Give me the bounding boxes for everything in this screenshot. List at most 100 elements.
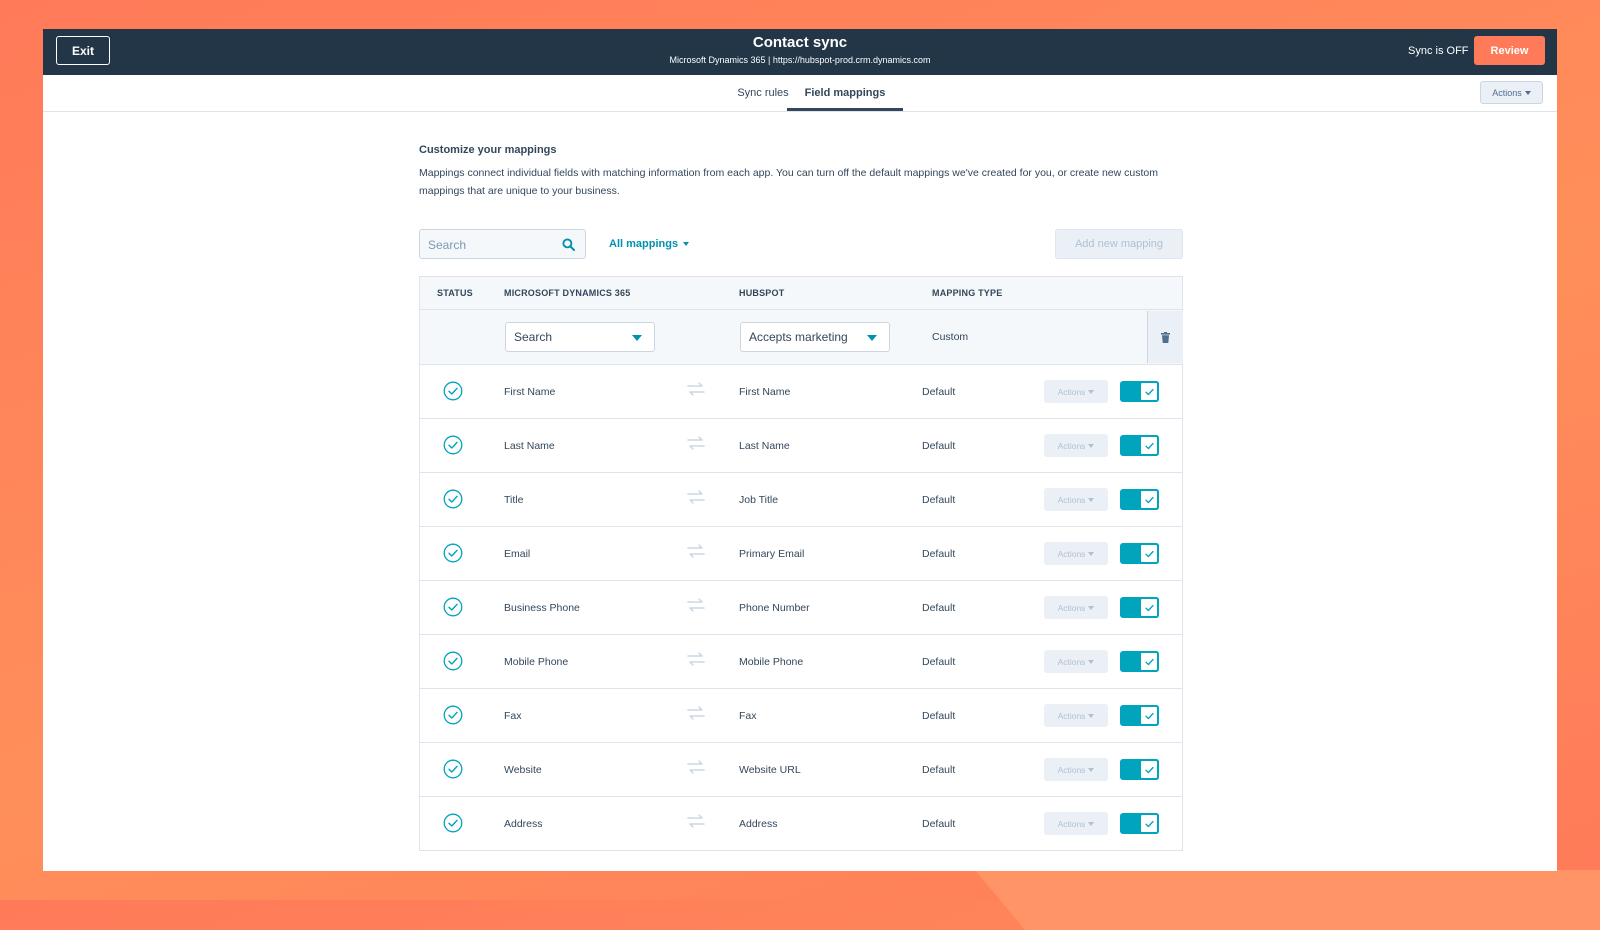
row-actions-button[interactable]: Actions — [1044, 596, 1108, 619]
background-shape — [974, 870, 1600, 930]
table-row: Title Job Title Default Actions — [420, 473, 1182, 527]
row-actions-button[interactable]: Actions — [1044, 488, 1108, 511]
mapping-toggle[interactable] — [1120, 435, 1159, 456]
tab-bar: Sync rules Field mappings Actions — [43, 75, 1557, 112]
search-input[interactable] — [420, 230, 560, 260]
check-icon — [1144, 496, 1154, 503]
row-actions-label: Actions — [1057, 386, 1086, 397]
check-circle-icon — [443, 543, 463, 563]
toggle-knob — [1139, 759, 1159, 780]
hubspot-field-name: Mobile Phone — [739, 655, 804, 668]
column-header-hubspot: HUBSPOT — [739, 288, 785, 298]
mapping-type: Default — [922, 439, 956, 452]
check-circle-icon — [443, 651, 463, 671]
check-icon — [1144, 712, 1154, 719]
hubspot-field-name: Phone Number — [739, 601, 810, 614]
mappings-table: STATUS MICROSOFT DYNAMICS 365 HUBSPOT MA… — [419, 276, 1183, 851]
search-field[interactable] — [419, 229, 586, 260]
mapping-toggle[interactable] — [1120, 813, 1159, 834]
two-way-sync-icon — [687, 436, 705, 450]
caret-down-icon — [1088, 713, 1095, 718]
row-actions-button[interactable]: Actions — [1044, 650, 1108, 673]
microsoft-field-name: Email — [504, 547, 531, 560]
mapping-type: Default — [922, 763, 956, 776]
toggle-knob — [1139, 705, 1159, 726]
title-block: Contact sync Microsoft Dynamics 365 | ht… — [43, 34, 1557, 67]
page-title: Contact sync — [752, 34, 848, 51]
toggle-knob — [1139, 813, 1159, 834]
check-icon — [1144, 388, 1154, 395]
toggle-knob — [1139, 651, 1159, 672]
hubspot-field-value: Accepts marketing — [749, 330, 848, 344]
row-actions-button[interactable]: Actions — [1044, 704, 1108, 727]
row-actions-label: Actions — [1057, 656, 1086, 667]
toggle-knob — [1139, 597, 1159, 618]
caret-down-icon — [867, 335, 877, 341]
two-way-sync-icon — [687, 760, 705, 774]
two-way-sync-icon — [687, 544, 705, 558]
row-actions-label: Actions — [1057, 548, 1086, 559]
tab-field-mappings[interactable]: Field mappings — [787, 75, 903, 111]
check-circle-icon — [443, 597, 463, 617]
mapping-type: Default — [922, 547, 956, 560]
mapping-toggle[interactable] — [1120, 381, 1159, 402]
actions-dropdown-button[interactable]: Actions — [1480, 81, 1543, 104]
filter-label: All mappings — [609, 238, 679, 250]
microsoft-field-name: Address — [504, 817, 543, 830]
caret-down-icon — [1088, 389, 1095, 394]
row-actions-label: Actions — [1057, 602, 1086, 613]
check-circle-icon — [443, 489, 463, 509]
check-circle-icon — [443, 435, 463, 455]
hubspot-field-dropdown[interactable]: Accepts marketing — [740, 322, 890, 352]
caret-down-icon — [1088, 767, 1095, 772]
table-row: First Name First Name Default Actions — [420, 365, 1182, 419]
add-new-mapping-button[interactable]: Add new mapping — [1055, 229, 1183, 259]
mapping-toggle[interactable] — [1120, 543, 1159, 564]
mapping-toggle[interactable] — [1120, 705, 1159, 726]
column-header-mapping-type: MAPPING TYPE — [932, 288, 1003, 298]
microsoft-field-name: Mobile Phone — [504, 655, 569, 668]
table-row: Address Address Default Actions — [420, 797, 1182, 850]
table-row: Website Website URL Default Actions — [420, 743, 1182, 797]
caret-down-icon — [1524, 90, 1531, 95]
hubspot-field-name: Website URL — [739, 763, 801, 776]
mapping-toggle[interactable] — [1120, 651, 1159, 672]
row-actions-button[interactable]: Actions — [1044, 812, 1108, 835]
top-bar: Exit Contact sync Microsoft Dynamics 365… — [43, 29, 1557, 75]
mapping-type: Default — [922, 493, 956, 506]
app-window: Exit Contact sync Microsoft Dynamics 365… — [43, 29, 1557, 871]
delete-mapping-button[interactable] — [1147, 311, 1183, 363]
microsoft-field-dropdown[interactable]: Search — [505, 322, 655, 352]
microsoft-field-name: Last Name — [504, 439, 555, 452]
row-actions-button[interactable]: Actions — [1044, 542, 1108, 565]
row-actions-button[interactable]: Actions — [1044, 380, 1108, 403]
caret-down-icon — [1088, 821, 1095, 826]
microsoft-field-name: Fax — [504, 709, 522, 722]
microsoft-field-value: Search — [514, 330, 553, 344]
two-way-sync-icon — [687, 598, 705, 612]
mappings-section: Customize your mappings Mappings connect… — [419, 144, 1183, 851]
row-actions-label: Actions — [1057, 710, 1086, 721]
two-way-sync-icon — [687, 814, 705, 828]
mapping-type: Default — [922, 709, 956, 722]
two-way-sync-icon — [687, 382, 705, 396]
caret-down-icon — [1088, 551, 1095, 556]
section-title: Customize your mappings — [419, 144, 557, 156]
all-mappings-filter[interactable]: All mappings — [609, 238, 690, 250]
mapping-toggle[interactable] — [1120, 597, 1159, 618]
mapping-type: Default — [922, 385, 956, 398]
table-row: Email Primary Email Default Actions — [420, 527, 1182, 581]
review-button[interactable]: Review — [1474, 36, 1545, 65]
table-row: Fax Fax Default Actions — [420, 689, 1182, 743]
check-icon — [1144, 658, 1154, 665]
caret-down-icon — [1088, 659, 1095, 664]
mapping-toggle[interactable] — [1120, 489, 1159, 510]
sync-status-text: Sync is OFF — [1408, 45, 1469, 57]
mapping-toggle[interactable] — [1120, 759, 1159, 780]
row-actions-button[interactable]: Actions — [1044, 758, 1108, 781]
check-circle-icon — [443, 705, 463, 725]
two-way-sync-icon — [687, 490, 705, 504]
microsoft-field-name: First Name — [504, 385, 556, 398]
search-icon[interactable] — [562, 238, 575, 251]
row-actions-button[interactable]: Actions — [1044, 434, 1108, 457]
